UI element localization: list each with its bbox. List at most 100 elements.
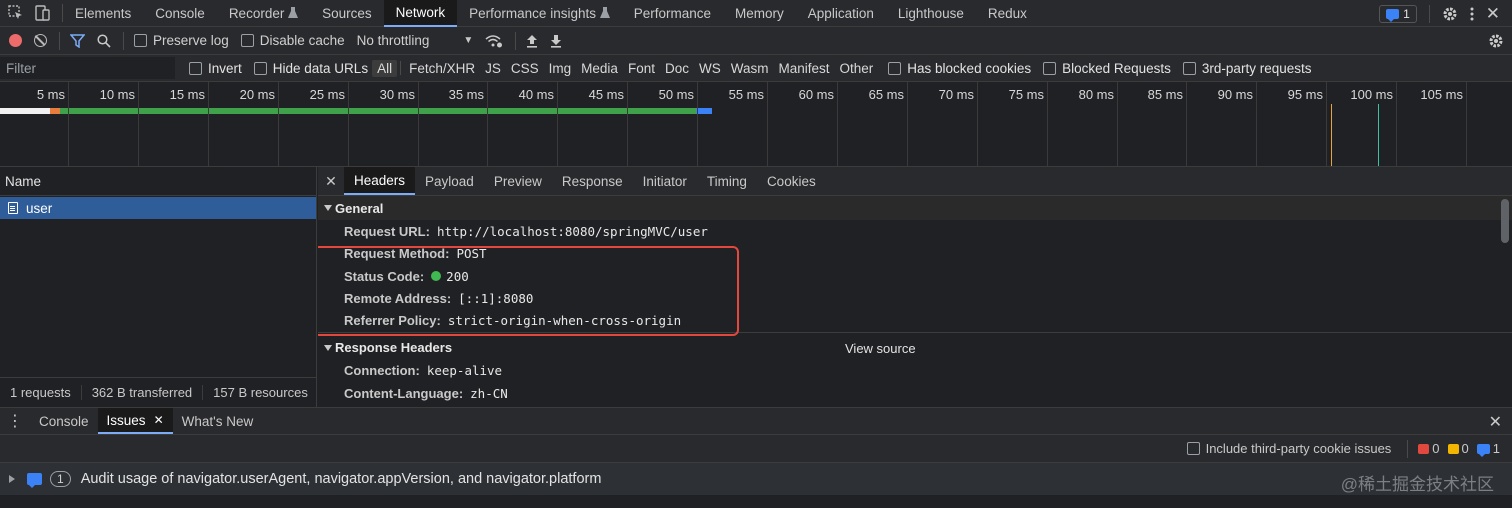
tab-label: Response [561,173,623,189]
header-row-content-language: Content-Language: zh-CN [318,382,1512,405]
timeline-tick-label: 75 ms [1008,87,1044,102]
timeline-tick-label: 5 ms [36,87,65,102]
name-column-header[interactable]: Name [0,167,316,196]
general-section-header[interactable]: General [318,196,1512,220]
throttling-select[interactable]: No throttling ▼ [357,33,474,48]
timeline-tick-label: 50 ms [658,87,694,102]
network-timeline-overview[interactable]: 5 ms 10 ms 15 ms 20 ms 25 ms 30 ms 35 ms 40 ms 4… [0,82,1512,167]
close-drawer-icon[interactable]: ✕ [1489,412,1502,432]
tab-label: Payload [425,173,474,189]
tab-console[interactable]: Console [143,0,217,27]
top-right-controls: 1 ✕ [1379,0,1512,27]
tab-elements[interactable]: Elements [63,0,143,27]
issue-row[interactable]: 1 Audit usage of navigator.userAgent, na… [0,463,1512,495]
filter-type-fetch-xhr[interactable]: Fetch/XHR [404,60,480,77]
error-icon [1418,443,1430,454]
has-blocked-cookies-checkbox[interactable]: Has blocked cookies [888,61,1031,76]
drawer-tab-console[interactable]: Console [30,408,98,434]
error-count-value: 0 [1432,441,1440,456]
timeline-gridline [767,82,768,166]
tab-payload[interactable]: Payload [415,167,484,195]
tab-performance-insights[interactable]: Performance insights [457,0,622,27]
gear-icon[interactable] [1442,6,1458,22]
tab-cookies[interactable]: Cookies [757,167,826,195]
preserve-log-checkbox[interactable]: Preserve log [134,33,229,48]
error-count: 0 [1418,441,1440,456]
timeline-tick-label: 30 ms [379,87,415,102]
tab-initiator[interactable]: Initiator [633,167,697,195]
filter-type-manifest[interactable]: Manifest [773,60,834,77]
timeline-gridline [1256,82,1257,166]
timeline-bar-connect [50,108,60,114]
timeline-gridline [977,82,978,166]
drawer-tabbar: ⋮ Console Issues ✕ What's New ✕ [0,407,1512,435]
kebab-menu-icon[interactable] [1470,7,1474,21]
tab-recorder[interactable]: Recorder [217,0,310,27]
network-settings-gear-icon[interactable] [1488,33,1504,49]
view-source-link[interactable]: View source [845,341,916,356]
tab-memory[interactable]: Memory [723,0,796,27]
filter-placeholder: Filter [6,60,36,76]
filter-type-all[interactable]: All [372,59,398,77]
filter-type-js[interactable]: JS [480,60,506,77]
device-toolbar-icon[interactable] [34,5,50,21]
timeline-tick-label: 85 ms [1147,87,1183,102]
issues-badge[interactable]: 1 [1379,4,1417,23]
checkbox-box [1182,61,1196,75]
detail-scrollbar[interactable] [1501,199,1509,243]
inspect-element-icon[interactable] [8,5,24,21]
timeline-gridline [1466,82,1467,166]
third-party-requests-checkbox[interactable]: 3rd-party requests [1182,61,1311,76]
header-value: keep-alive [426,363,503,379]
tab-timing[interactable]: Timing [697,167,757,195]
drawer-tab-whats-new[interactable]: What's New [173,408,263,434]
timeline-gridline [1396,82,1397,166]
tab-performance[interactable]: Performance [622,0,723,27]
info-count-value: 1 [1492,441,1500,456]
invert-checkbox[interactable]: Invert [189,61,242,76]
import-har-button[interactable] [526,34,538,48]
tab-lighthouse[interactable]: Lighthouse [886,0,976,27]
watermark: @稀土掘金技术社区 [1340,475,1494,494]
filter-type-css[interactable]: CSS [506,60,544,77]
disable-cache-checkbox[interactable]: Disable cache [240,33,345,48]
requests-count: 1 requests [0,385,82,400]
tab-response[interactable]: Response [552,167,633,195]
close-tab-icon[interactable]: ✕ [154,413,164,427]
experiment-flask-icon [288,7,299,18]
filter-type-other[interactable]: Other [835,60,879,77]
response-headers-section-header[interactable]: Response Headers View source [318,335,1512,360]
drawer-tab-issues[interactable]: Issues ✕ [97,408,173,434]
tab-redux[interactable]: Redux [976,0,1039,27]
clear-button[interactable] [34,34,47,47]
tab-headers[interactable]: Headers [344,167,416,195]
filter-type-wasm[interactable]: Wasm [726,60,774,77]
close-detail-icon[interactable]: ✕ [318,167,344,195]
timeline-tick-label: 110 [1494,87,1512,102]
request-row[interactable]: user [0,197,316,219]
search-button[interactable] [97,33,111,48]
tab-sources[interactable]: Sources [310,0,384,27]
hide-data-urls-checkbox[interactable]: Hide data URLs [253,61,368,76]
filter-type-ws[interactable]: WS [694,60,726,77]
filter-input[interactable]: Filter [0,57,175,79]
experiment-flask-icon [599,7,610,18]
close-devtools-icon[interactable]: ✕ [1486,4,1500,24]
filter-type-media[interactable]: Media [576,60,623,77]
tab-network[interactable]: Network [383,0,458,27]
filter-toggle-button[interactable] [70,33,85,48]
filter-type-img[interactable]: Img [544,60,577,77]
tab-preview[interactable]: Preview [484,167,552,195]
timeline-gridline [208,82,209,166]
drawer-menu-icon[interactable]: ⋮ [0,408,30,434]
network-conditions-button[interactable] [485,34,503,48]
filter-type-font[interactable]: Font [623,60,660,77]
request-list-panel: Name user 1 requests 362 B transferred 1… [0,167,317,407]
filter-type-doc[interactable]: Doc [660,60,694,77]
timeline-tick-label: 35 ms [448,87,484,102]
export-har-button[interactable] [550,34,562,48]
include-third-party-checkbox[interactable]: Include third-party cookie issues [1186,441,1391,456]
blocked-requests-checkbox[interactable]: Blocked Requests [1043,61,1171,76]
tab-application[interactable]: Application [796,0,886,27]
record-button[interactable] [9,34,22,47]
